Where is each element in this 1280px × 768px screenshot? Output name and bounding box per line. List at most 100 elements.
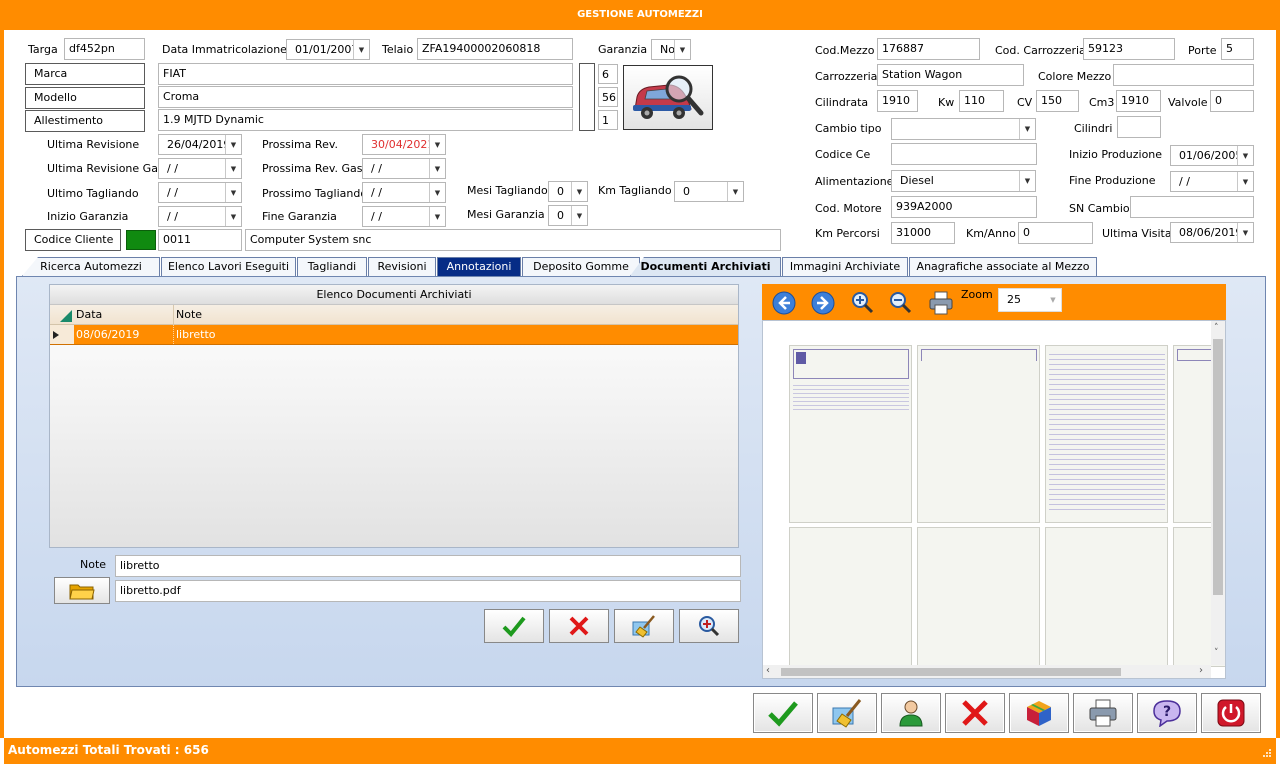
print-button[interactable] bbox=[1073, 693, 1133, 733]
previous-page-button[interactable] bbox=[772, 291, 796, 315]
ultima-revisione-gas-field[interactable]: / / ▼ bbox=[158, 158, 242, 179]
search-vehicle-button[interactable] bbox=[623, 65, 713, 130]
confirm-document-button[interactable] bbox=[484, 609, 544, 643]
tab-elenco-lavori[interactable]: Elenco Lavori Eseguiti bbox=[161, 257, 296, 276]
km-percorsi-field[interactable]: 31000 bbox=[891, 222, 955, 244]
chevron-down-icon[interactable]: ▼ bbox=[429, 135, 445, 154]
delete-document-button[interactable] bbox=[549, 609, 609, 643]
preview-document-button[interactable] bbox=[679, 609, 739, 643]
chevron-down-icon[interactable]: ▼ bbox=[1019, 119, 1035, 139]
inizio-produzione-field[interactable]: 01/06/2005 ▼ bbox=[1170, 145, 1254, 166]
mesi-tagliando-select[interactable]: 0 ▼ bbox=[548, 181, 588, 202]
telaio-field[interactable]: ZFA19400002060818 bbox=[417, 38, 573, 60]
print-document-button[interactable] bbox=[928, 290, 954, 316]
save-button[interactable] bbox=[753, 693, 813, 733]
marca-button[interactable]: Marca bbox=[25, 63, 145, 85]
table-row[interactable]: 08/06/2019 libretto bbox=[50, 325, 738, 345]
tab-anagrafiche-associate[interactable]: Anagrafiche associate al Mezzo bbox=[909, 257, 1097, 276]
chevron-down-icon[interactable]: ▼ bbox=[1237, 172, 1253, 191]
client-button[interactable] bbox=[881, 693, 941, 733]
exit-button[interactable] bbox=[1201, 693, 1261, 733]
tab-deposito-gomme[interactable]: Deposito Gomme bbox=[522, 257, 640, 276]
resize-grip-icon[interactable] bbox=[1262, 748, 1272, 758]
codice-cliente-button[interactable]: Codice Cliente bbox=[25, 229, 121, 251]
allestimento-field[interactable]: 1.9 MJTD Dynamic bbox=[158, 109, 573, 131]
cod-carrozzeria-field[interactable]: 59123 bbox=[1083, 38, 1175, 60]
chevron-down-icon[interactable]: ▼ bbox=[429, 207, 445, 226]
column-header-data[interactable]: Data bbox=[74, 305, 174, 324]
package-button[interactable] bbox=[1009, 693, 1069, 733]
cilindrata-field[interactable]: 1910 bbox=[877, 90, 918, 112]
clear-form-button[interactable] bbox=[817, 693, 877, 733]
garanzia-select[interactable]: No ▼ bbox=[651, 39, 691, 60]
cliente-nome-field[interactable]: Computer System snc bbox=[245, 229, 781, 251]
chevron-down-icon[interactable]: ▼ bbox=[727, 182, 743, 201]
fine-produzione-field[interactable]: / / ▼ bbox=[1170, 171, 1254, 192]
tab-ricerca-automezzi[interactable]: Ricerca Automezzi bbox=[22, 257, 160, 276]
codice-cliente-field[interactable]: 0011 bbox=[158, 229, 242, 251]
chevron-left-icon[interactable]: ‹ bbox=[766, 665, 770, 676]
cilindri-field[interactable] bbox=[1117, 116, 1161, 138]
chevron-down-icon[interactable]: ▼ bbox=[429, 183, 445, 202]
cv-field[interactable]: 150 bbox=[1036, 90, 1079, 112]
zoom-select[interactable]: 25 ▼ bbox=[998, 288, 1062, 312]
chevron-down-icon[interactable]: ▼ bbox=[674, 40, 690, 59]
mesi-garanzia-select[interactable]: 0 ▼ bbox=[548, 205, 588, 226]
column-header-note[interactable]: Note bbox=[174, 305, 738, 324]
chevron-down-icon[interactable]: ▼ bbox=[225, 207, 241, 226]
km-anno-field[interactable]: 0 bbox=[1018, 222, 1093, 244]
cod-motore-field[interactable]: 939A2000 bbox=[891, 196, 1037, 218]
zoom-in-button[interactable] bbox=[850, 290, 874, 314]
inizio-garanzia-field[interactable]: / / ▼ bbox=[158, 206, 242, 227]
documents-grid[interactable]: Elenco Documenti Archiviati Data Note 08… bbox=[49, 284, 739, 548]
document-preview[interactable]: ˄ ˅ ‹ › bbox=[762, 320, 1226, 679]
porte-field[interactable]: 5 bbox=[1221, 38, 1254, 60]
cm3-field[interactable]: 1910 bbox=[1116, 90, 1161, 112]
modello-button[interactable]: Modello bbox=[25, 87, 145, 109]
chevron-up-icon[interactable]: ˄ bbox=[1214, 323, 1219, 333]
chevron-down-icon[interactable]: ▼ bbox=[225, 159, 241, 178]
vertical-scrollbar[interactable]: ˄ ˅ bbox=[1211, 321, 1225, 665]
zoom-out-button[interactable] bbox=[888, 290, 912, 314]
chevron-down-icon[interactable]: ▼ bbox=[571, 182, 587, 201]
targa-field[interactable]: df452pn bbox=[64, 38, 145, 60]
next-page-button[interactable] bbox=[811, 291, 835, 315]
codice-ce-field[interactable] bbox=[891, 143, 1037, 165]
prossimo-tagliando-field[interactable]: / / ▼ bbox=[362, 182, 446, 203]
ultima-visita-field[interactable]: 08/06/2019 ▼ bbox=[1170, 222, 1254, 243]
chevron-down-icon[interactable]: ▼ bbox=[429, 159, 445, 178]
tab-annotazioni[interactable]: Annotazioni bbox=[437, 257, 521, 276]
marca-field[interactable]: FIAT bbox=[158, 63, 573, 85]
prossima-rev-field[interactable]: 30/04/2021 ▼ bbox=[362, 134, 446, 155]
chevron-down-icon[interactable]: ▼ bbox=[1019, 171, 1035, 191]
chevron-down-icon[interactable]: ▼ bbox=[571, 206, 587, 225]
kw-field[interactable]: 110 bbox=[959, 90, 1004, 112]
chevron-down-icon[interactable]: ▼ bbox=[225, 183, 241, 202]
tab-tagliandi[interactable]: Tagliandi bbox=[297, 257, 367, 276]
cambio-tipo-select[interactable]: ▼ bbox=[891, 118, 1036, 140]
ultimo-tagliando-field[interactable]: / / ▼ bbox=[158, 182, 242, 203]
color-swatch[interactable] bbox=[579, 63, 595, 131]
chevron-down-icon[interactable]: ˅ bbox=[1214, 648, 1219, 658]
valvole-field[interactable]: 0 bbox=[1210, 90, 1254, 112]
carrozzeria-field[interactable]: Station Wagon bbox=[877, 64, 1024, 86]
cod-mezzo-field[interactable]: 176887 bbox=[877, 38, 980, 60]
chevron-right-icon[interactable]: › bbox=[1199, 665, 1203, 676]
modello-field[interactable]: Croma bbox=[158, 86, 573, 108]
help-button[interactable]: ? bbox=[1137, 693, 1197, 733]
chevron-down-icon[interactable]: ▼ bbox=[353, 40, 369, 59]
colore-mezzo-field[interactable] bbox=[1113, 64, 1254, 86]
chevron-down-icon[interactable]: ▼ bbox=[225, 135, 241, 154]
alimentazione-select[interactable]: Diesel ▼ bbox=[891, 170, 1036, 192]
allestimento-button[interactable]: Allestimento bbox=[25, 110, 145, 132]
file-path-input[interactable]: libretto.pdf bbox=[115, 580, 741, 602]
fine-garanzia-field[interactable]: / / ▼ bbox=[362, 206, 446, 227]
delete-button[interactable] bbox=[945, 693, 1005, 733]
data-immatricolazione-field[interactable]: 01/01/2007 ▼ bbox=[286, 39, 370, 60]
tab-documenti-archiviati[interactable]: Documenti Archiviati bbox=[630, 257, 781, 276]
chevron-down-icon[interactable]: ▼ bbox=[1237, 223, 1253, 242]
clear-document-button[interactable] bbox=[614, 609, 674, 643]
chevron-down-icon[interactable]: ▼ bbox=[1045, 289, 1061, 311]
prossima-rev-gas-field[interactable]: / / ▼ bbox=[362, 158, 446, 179]
horizontal-scrollbar[interactable]: ‹ › bbox=[763, 665, 1211, 678]
